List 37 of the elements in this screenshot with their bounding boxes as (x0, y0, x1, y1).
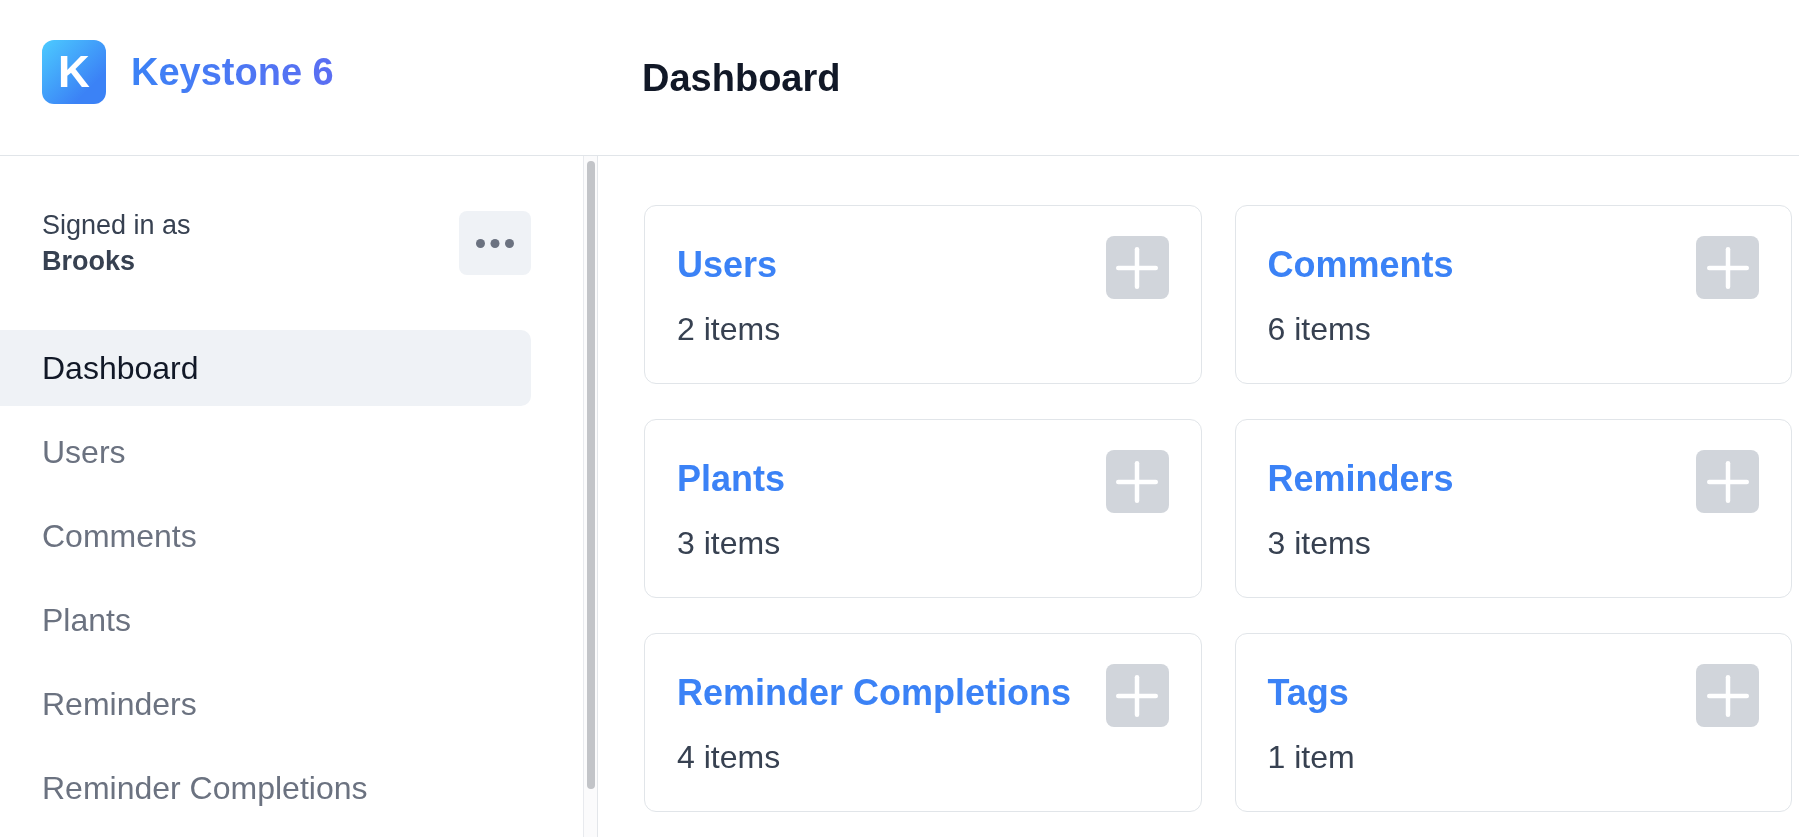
page-title: Dashboard (641, 55, 841, 101)
nav-item[interactable]: Users (0, 414, 531, 490)
user-name: Brooks (42, 245, 136, 278)
item-count: 4 items (677, 738, 781, 777)
card-title-link[interactable]: Comments (1267, 243, 1454, 287)
add-button[interactable] (1105, 450, 1169, 513)
add-button[interactable] (1696, 664, 1759, 727)
add-button[interactable] (1696, 236, 1759, 299)
plus-icon (1706, 674, 1749, 717)
nav-item[interactable]: Plants (0, 582, 531, 658)
item-count: 3 items (1267, 524, 1371, 563)
card-title-link[interactable]: Tags (1267, 671, 1349, 715)
more-icon (476, 238, 514, 248)
item-count: 1 item (1267, 738, 1355, 777)
scrollbar-thumb[interactable] (586, 161, 595, 789)
add-button[interactable] (1105, 664, 1169, 727)
item-count: 6 items (1267, 310, 1371, 349)
more-button[interactable] (459, 211, 531, 275)
nav-item[interactable]: Reminders (0, 666, 531, 742)
item-count: 2 items (677, 310, 781, 349)
signed-in-label: Signed in as (42, 209, 191, 242)
logo-tile: K (42, 39, 106, 104)
card-title-link[interactable]: Users (677, 243, 778, 287)
nav-item[interactable]: Dashboard (0, 330, 531, 406)
item-count: 3 items (677, 524, 781, 563)
plus-icon (1116, 674, 1158, 717)
plus-icon (1116, 460, 1158, 503)
plus-icon (1116, 246, 1158, 289)
plus-icon (1706, 246, 1749, 289)
nav-item[interactable]: Comments (0, 498, 531, 574)
card-title-link[interactable]: Reminders (1267, 457, 1454, 501)
add-button[interactable] (1696, 450, 1759, 513)
card-title-link[interactable]: Reminder Completions (677, 671, 1072, 715)
card-title-link[interactable]: Plants (677, 457, 786, 501)
nav-item[interactable]: Reminder Completions (0, 750, 531, 826)
plus-icon (1706, 460, 1749, 503)
add-button[interactable] (1105, 236, 1169, 299)
